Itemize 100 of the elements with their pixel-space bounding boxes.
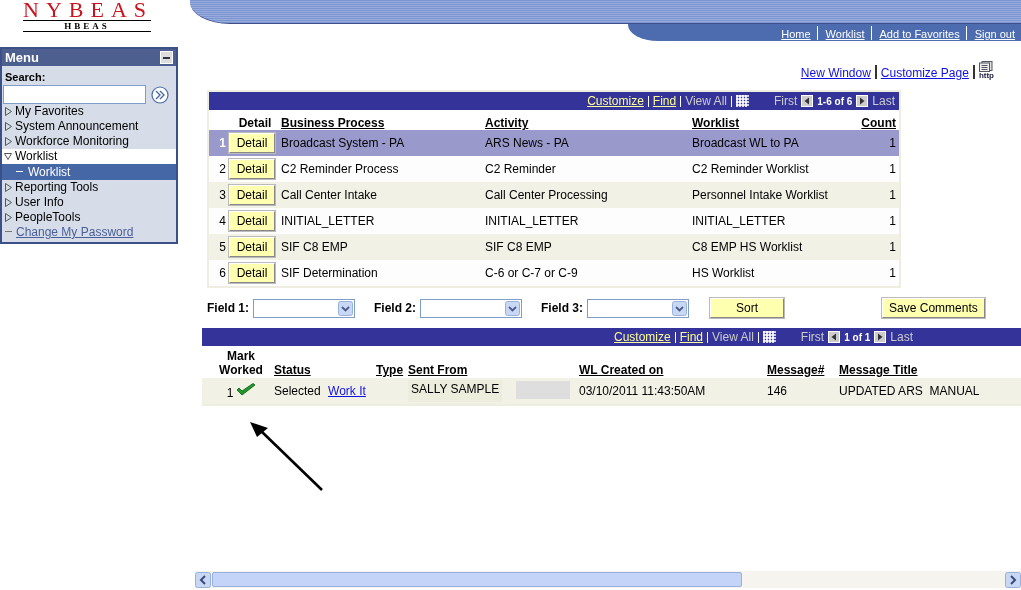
table-cell-text: 1 [889, 188, 897, 202]
grid-icon[interactable] [762, 331, 776, 343]
expanded-triangle-icon[interactable] [4, 152, 12, 161]
detail-button[interactable]: Detail [229, 185, 275, 205]
table-cell: 03/10/2011 11:43:50AM [579, 384, 706, 398]
table-cell-text: Broadcast System - PA [281, 136, 406, 150]
page-link[interactable]: Customize Page [880, 66, 969, 80]
table-cell-text: Personnel Intake Worklist [692, 188, 829, 202]
column-header[interactable]: Count [861, 116, 899, 130]
page-link[interactable]: New Window [800, 66, 871, 80]
range-text: 1 of 1 [844, 331, 871, 343]
table-cell-text: SIF C8 EMP [281, 240, 349, 254]
grid-row[interactable]: 5 Detail SIF C8 EMP SIF C8 EMP C8 EMP HS Worklist 1 [209, 234, 899, 260]
column-header[interactable]: Type [374, 346, 406, 378]
save-comments-button[interactable]: Save Comments [882, 298, 985, 318]
table-cell-text: INITIAL_LETTER [485, 214, 580, 228]
separator-text [757, 331, 759, 343]
table-cell-text: C2 Reminder Worklist [692, 162, 810, 176]
table-cell-text: 1 [889, 162, 897, 176]
find-link[interactable]: Find [652, 94, 677, 108]
menu-item[interactable]: PeopleTools [2, 210, 176, 225]
nav-link[interactable]: Home [773, 28, 817, 40]
logo-subtitle: HBEAS [23, 21, 151, 32]
menu-item[interactable]: Worklist [2, 149, 176, 164]
logo-title: NYBEAS [23, 0, 151, 21]
sort-button[interactable]: Sort [710, 298, 785, 318]
last-text: Last [872, 94, 895, 108]
table-cell-text: Call Center Processing [485, 188, 609, 202]
column-header[interactable]: Sent From [406, 346, 514, 378]
view-all-text: View All [712, 330, 754, 344]
work-it-link[interactable]: Work It [328, 384, 366, 398]
menu-title: Menu [5, 50, 39, 65]
table-cell-text: 1 [889, 266, 897, 280]
grid-row[interactable]: 1 Detail Broadcast System - PA ARS News - PA Broadcast WL to PA 1 [209, 130, 899, 156]
last-text: Last [890, 330, 913, 344]
nav-link[interactable]: Sign out [966, 28, 1021, 40]
table-cell-text: SIF C8 EMP [485, 240, 553, 254]
next-icon[interactable] [874, 331, 887, 343]
grid-row[interactable]: 3 Detail Call Center Intake Call Center Processing Personnel Intake Worklist 1 [209, 182, 899, 208]
separator-text [680, 95, 682, 107]
first-text: First [773, 94, 798, 108]
row-number: 4 [219, 214, 227, 228]
customize-link[interactable]: Customize [587, 94, 644, 108]
scroll-right-icon[interactable] [1005, 571, 1021, 588]
column-header: Detail [238, 116, 272, 130]
table-cell: UPDATED ARS MANUAL [839, 384, 980, 398]
separator-text [707, 331, 709, 343]
detail-button[interactable]: Detail [229, 159, 275, 179]
column-header[interactable]: WL Created on [574, 346, 765, 378]
table-cell-text: C2 Reminder Process [281, 162, 400, 176]
previous-icon[interactable] [828, 331, 841, 343]
status-text: Selected [274, 384, 321, 398]
grid-icon[interactable] [735, 95, 749, 107]
detail-button[interactable]: Detail [229, 237, 275, 257]
menu-item[interactable]: Worklist [2, 164, 176, 180]
column-header[interactable]: Business Process [281, 116, 485, 130]
horizontal-scrollbar[interactable] [195, 571, 1021, 588]
menu-item[interactable]: System Announcement [2, 119, 176, 134]
table-cell: SALLY SAMPLE [408, 380, 503, 402]
nav-link[interactable]: Worklist [817, 28, 871, 40]
previous-icon[interactable] [801, 95, 814, 107]
table-cell-text: C2 Reminder [485, 162, 557, 176]
column-header[interactable]: Message Title [837, 346, 1021, 378]
detail-button[interactable]: Detail [229, 211, 275, 231]
next-icon[interactable] [856, 95, 869, 107]
collapse-icon[interactable] [160, 51, 173, 64]
detail-button[interactable]: Detail [229, 133, 275, 153]
table-cell-text: 1 [889, 240, 897, 254]
detail-button[interactable]: Detail [229, 263, 275, 283]
dropdown-field[interactable] [253, 298, 355, 318]
field-label: Field 2: [374, 301, 417, 315]
menu-item[interactable]: User Info [2, 195, 176, 210]
row-number: 1 [219, 136, 227, 150]
scroll-thumb[interactable] [212, 572, 742, 587]
go-icon[interactable] [151, 85, 169, 104]
table-cell-text: Broadcast WL to PA [692, 136, 800, 150]
nav-link[interactable]: Add to Favorites [871, 28, 966, 40]
separator-text [674, 331, 676, 343]
menu-item[interactable]: My Favorites [2, 104, 176, 119]
dropdown-field[interactable] [587, 298, 690, 318]
table-cell-text: C-6 or C-7 or C-9 [485, 266, 579, 280]
search-field[interactable] [3, 85, 146, 104]
menu-item[interactable]: Workforce Monitoring [2, 134, 176, 149]
menu-item[interactable]: Reporting Tools [2, 180, 176, 195]
column-header[interactable]: Message# [765, 346, 837, 378]
customize-link[interactable]: Customize [614, 330, 671, 344]
menu-link[interactable]: Change My Password [2, 225, 176, 240]
table-cell-text: C8 EMP HS Worklist [692, 240, 804, 254]
column-header[interactable]: Activity [485, 116, 692, 130]
dropdown-field[interactable] [420, 298, 523, 318]
table-cell-text: INITIAL_LETTER [692, 214, 787, 228]
range-text: 1-6 of 6 [817, 95, 853, 107]
row-number: 2 [219, 162, 227, 176]
row-number: 5 [219, 240, 227, 254]
column-header[interactable]: Worklist [692, 116, 852, 130]
column-header[interactable]: Status [268, 346, 374, 378]
find-link[interactable]: Find [679, 330, 704, 344]
separator-text [647, 95, 649, 107]
scroll-left-icon[interactable] [195, 571, 211, 588]
checkmark-icon[interactable] [236, 382, 257, 396]
